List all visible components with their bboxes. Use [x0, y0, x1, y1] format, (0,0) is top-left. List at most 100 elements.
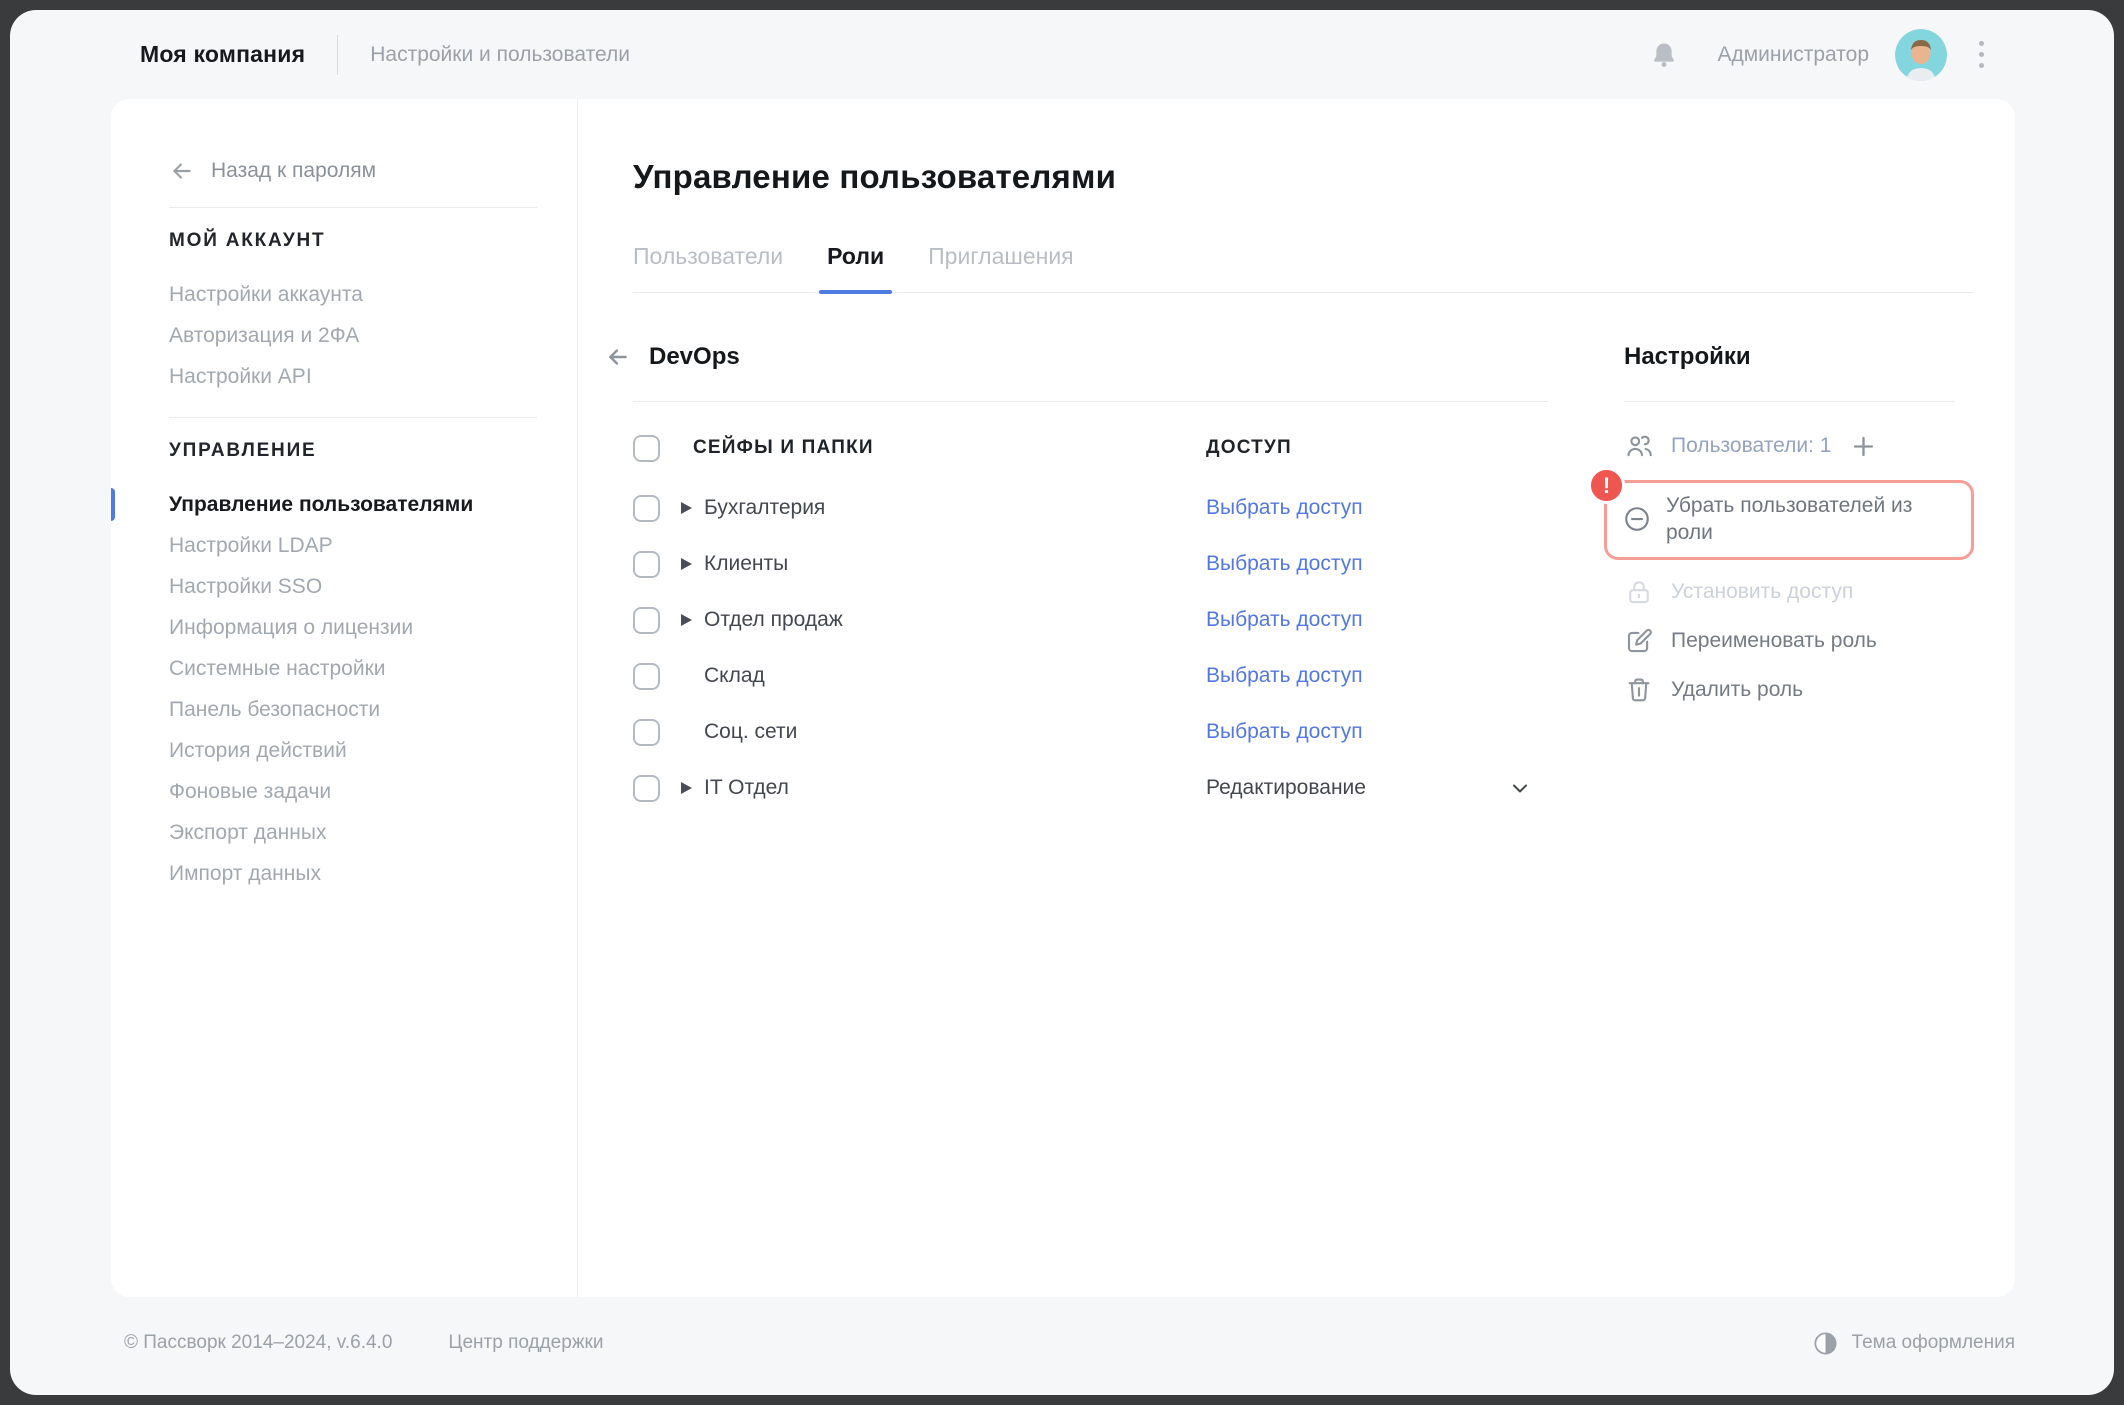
access-value[interactable]: Выбрать доступ [1206, 496, 1363, 519]
topbar-divider [337, 34, 339, 75]
expand-triangle-icon[interactable] [681, 614, 692, 626]
safe-name: Клиенты [704, 552, 789, 575]
sidebar-item[interactable]: Фоновые задачи [169, 771, 537, 812]
back-to-passwords-link[interactable]: Назад к паролям [169, 155, 537, 187]
footer: © Пассворк 2014–2024, v.6.4.0 Центр подд… [10, 1297, 2114, 1395]
app-window: Моя компания Настройки и пользователи Ад… [10, 10, 2114, 1395]
users-icon [1627, 435, 1652, 457]
safes-rows: Бухгалтерия Выбрать доступ Клиенты Выбра… [633, 480, 1548, 816]
sidebar-item[interactable]: Информация о лицензии [169, 607, 537, 648]
theme-half-circle-icon [1814, 1331, 1837, 1355]
row-checkbox[interactable] [633, 774, 660, 802]
theme-toggle[interactable]: Тема оформления [1812, 1330, 2015, 1357]
company-name: Моя компания [140, 41, 306, 67]
role-users-count: Пользователи: 1 [1671, 434, 1832, 457]
access-cell: Выбрать доступ [1206, 552, 1363, 576]
sidebar-item[interactable]: Экспорт данных [169, 812, 537, 853]
access-cell: Выбрать доступ [1206, 664, 1363, 688]
sidebar-item[interactable]: Системные настройки [169, 648, 537, 689]
tabs: Пользователи Роли Приглашения [633, 243, 1974, 294]
arrow-left-icon [173, 163, 191, 179]
access-cell: Выбрать доступ [1206, 496, 1363, 520]
minus-circle-icon [1625, 507, 1649, 531]
tab[interactable]: Приглашения [928, 243, 1074, 292]
access-value[interactable]: Выбрать доступ [1206, 552, 1363, 575]
sidebar-item[interactable]: Авторизация и 2ФА [169, 315, 537, 356]
arrow-left-icon[interactable] [605, 344, 631, 370]
rename-role-button[interactable]: Переименовать роль [1624, 621, 1974, 661]
expand-triangle-icon[interactable] [681, 558, 692, 570]
column-safes-label: СЕЙФЫ И ПАПКИ [693, 437, 874, 458]
row-checkbox[interactable] [633, 662, 660, 690]
row-checkbox[interactable] [633, 718, 660, 746]
sidebar-admin-items: Управление пользователями Настройки LDAP Н… [111, 484, 537, 894]
edit-pencil-icon [1627, 628, 1652, 653]
trash-icon [1628, 678, 1650, 702]
access-cell: Выбрать доступ [1206, 608, 1363, 632]
access-cell: Редактирование [1206, 776, 1366, 800]
row-checkbox[interactable] [633, 494, 660, 522]
safe-row: Бухгалтерия Выбрать доступ [633, 480, 1548, 536]
tab[interactable]: Роли [819, 243, 893, 294]
chevron-down-icon[interactable] [1508, 776, 1532, 800]
sidebar-section-account: МОЙ АККАУНТ [169, 230, 326, 251]
column-access-label: ДОСТУП [1206, 437, 1292, 458]
sidebar-item[interactable]: Настройки LDAP [169, 525, 537, 566]
safe-row: Склад Выбрать доступ [633, 648, 1548, 704]
theme-toggle-label: Тема оформления [1851, 1332, 2015, 1353]
delete-role-button[interactable]: Удалить роль [1624, 670, 1974, 710]
rename-role-label: Переименовать роль [1671, 629, 1877, 652]
expand-triangle-icon[interactable] [681, 502, 692, 514]
safe-row: Отдел продаж Выбрать доступ [633, 592, 1548, 648]
sidebar-item[interactable]: История действий [169, 730, 537, 771]
sidebar: Назад к паролям МОЙ АККАУНТ Настройки ак… [111, 99, 578, 1297]
tab[interactable]: Пользователи [633, 243, 783, 292]
access-cell: Выбрать доступ [1206, 720, 1363, 744]
sidebar-item[interactable]: Настройки SSO [169, 566, 537, 607]
sidebar-item[interactable]: Настройки аккаунта [169, 274, 537, 315]
select-all-checkbox[interactable] [633, 434, 660, 462]
sidebar-divider [169, 207, 537, 208]
user-role-label: Администратор [1717, 42, 1869, 66]
remove-users-from-role-button[interactable]: ! Убрать пользователей из роли [1588, 467, 1974, 560]
sidebar-item[interactable]: Панель безопасности [169, 689, 537, 730]
topbar-right: Администратор [1649, 28, 1990, 81]
divider [1624, 401, 1954, 402]
alert-badge: ! [1588, 467, 1625, 504]
support-center-link[interactable]: Центр поддержки [448, 1332, 603, 1354]
divider [633, 401, 1548, 402]
kebab-menu-icon[interactable] [1973, 35, 1990, 74]
set-access-button: Установить доступ [1624, 572, 1974, 612]
expand-triangle-icon[interactable] [681, 782, 692, 794]
set-access-label: Установить доступ [1671, 580, 1854, 603]
row-checkbox[interactable] [633, 550, 660, 578]
access-value[interactable]: Выбрать доступ [1206, 608, 1363, 631]
safe-name: Соц. сети [704, 720, 798, 743]
sidebar-item[interactable]: Управление пользователями [111, 484, 537, 525]
settings-panel-title: Настройки [1624, 343, 1751, 370]
sidebar-item[interactable]: Настройки API [169, 356, 537, 397]
safe-name: Склад [704, 664, 765, 687]
sidebar-section-admin: УПРАВЛЕНИЕ [169, 440, 317, 461]
sidebar-divider [169, 417, 537, 418]
safe-row: IT Отдел Редактирование [633, 760, 1548, 816]
role-header: DevOps [609, 339, 1548, 375]
access-value[interactable]: Выбрать доступ [1206, 720, 1363, 743]
row-checkbox[interactable] [633, 606, 660, 634]
access-value[interactable]: Выбрать доступ [1206, 664, 1363, 687]
safe-name: Бухгалтерия [704, 496, 826, 519]
safe-name: Отдел продаж [704, 608, 843, 631]
table-header: СЕЙФЫ И ПАПКИ ДОСТУП [633, 428, 1548, 468]
access-value[interactable]: Редактирование [1206, 776, 1366, 799]
remove-users-label: Убрать пользователей из роли [1666, 494, 1913, 544]
avatar[interactable] [1895, 28, 1947, 81]
lock-icon [1629, 581, 1649, 604]
notifications-bell-icon[interactable] [1649, 40, 1679, 70]
safe-row: Соц. сети Выбрать доступ [633, 704, 1548, 760]
sidebar-item[interactable]: Импорт данных [169, 853, 537, 894]
role-name: DevOps [649, 343, 740, 370]
role-users-button[interactable]: Пользователи: 1 [1624, 426, 1974, 466]
add-user-plus-icon[interactable] [1850, 433, 1877, 460]
main-area: Управление пользователями Пользователи Ро… [578, 99, 2015, 1297]
topbar-section-title: Настройки и пользователи [370, 42, 630, 66]
